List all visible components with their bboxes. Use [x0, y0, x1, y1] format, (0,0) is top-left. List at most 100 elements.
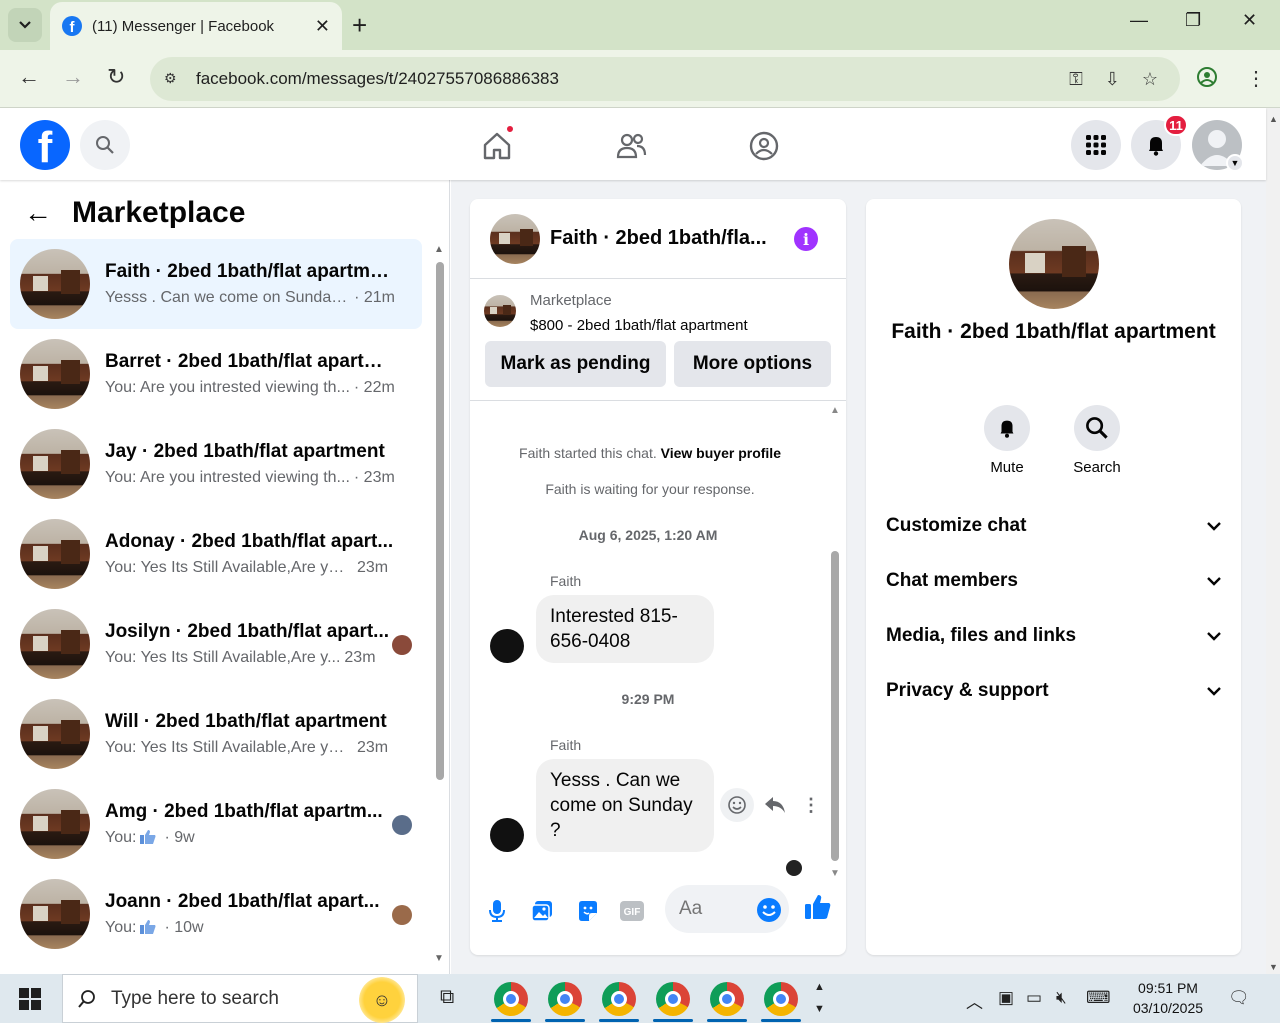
sticker-icon[interactable]: [574, 897, 602, 925]
chrome-taskbar-icon[interactable]: [548, 982, 582, 1016]
account-caret-icon[interactable]: ▼: [1226, 154, 1244, 172]
conversation-scrollbar[interactable]: ▲ ▼: [434, 244, 446, 964]
keyboard-icon[interactable]: ⌨: [1086, 988, 1111, 1008]
scroll-down-arrow-icon[interactable]: ▼: [830, 868, 840, 879]
conversation-item[interactable]: Josilyn · 2bed 1bath/flat apart... You: …: [10, 599, 422, 689]
mute-action[interactable]: Mute: [962, 405, 1052, 476]
media-files-links-section[interactable]: Media, files and links: [886, 616, 1221, 656]
chrome-taskbar-icon[interactable]: [602, 982, 636, 1016]
like-button-icon[interactable]: [804, 893, 832, 921]
info-avatar[interactable]: [1009, 219, 1099, 309]
conversation-panel: ← Marketplace Faith · 2bed 1bath/flat ap…: [0, 180, 450, 974]
chat-title[interactable]: Faith · 2bed 1bath/fla...: [550, 227, 775, 250]
more-actions-icon[interactable]: ⋮: [802, 795, 820, 816]
chat-members-section[interactable]: Chat members: [886, 561, 1221, 601]
chat-started-notice: Faith started this chat. View buyer prof…: [470, 445, 830, 461]
show-hidden-icons-chevron-icon[interactable]: ︿: [966, 988, 983, 1013]
back-arrow-icon[interactable]: ←: [24, 197, 52, 229]
minimize-button[interactable]: —: [1130, 10, 1148, 31]
meet-now-icon[interactable]: ▣: [998, 988, 1014, 1008]
home-notification-dot: [505, 124, 515, 134]
address-bar[interactable]: ⚙ facebook.com/messages/t/24027557086886…: [150, 57, 1180, 101]
close-window-button[interactable]: ✕: [1242, 10, 1257, 31]
customize-chat-section[interactable]: Customize chat: [886, 506, 1221, 546]
weather-sun-icon[interactable]: ☺: [359, 977, 405, 1023]
scroll-up-arrow-icon[interactable]: ▲: [1269, 114, 1278, 124]
chrome-taskbar-icon[interactable]: [494, 982, 528, 1016]
facebook-logo[interactable]: f: [20, 120, 70, 170]
mark-as-pending-button[interactable]: Mark as pending: [485, 341, 666, 387]
new-tab-button[interactable]: +: [352, 10, 367, 40]
page-scrollbar[interactable]: ▲ ▼: [1266, 108, 1280, 974]
photo-icon[interactable]: [528, 897, 556, 925]
chat-avatar[interactable]: [490, 213, 540, 264]
groups-nav-button[interactable]: [744, 126, 784, 166]
chat-header[interactable]: Faith · 2bed 1bath/fla... i: [470, 199, 846, 279]
conversation-item[interactable]: Will · 2bed 1bath/flat apartment You: Ye…: [10, 689, 422, 779]
search-action[interactable]: Search: [1052, 405, 1142, 476]
scroll-up-arrow-icon[interactable]: ▲: [434, 244, 444, 255]
facebook-search-button[interactable]: [80, 120, 130, 170]
conversation-item[interactable]: Faith · 2bed 1bath/flat apartment Yesss …: [10, 239, 422, 329]
scroll-thumb[interactable]: [436, 262, 444, 780]
conversation-snippet: You:: [105, 829, 137, 846]
listing-thumbnail: [20, 429, 90, 499]
menu-grid-button[interactable]: [1071, 120, 1121, 170]
message-bubble[interactable]: Interested 815-656-0408: [536, 595, 714, 663]
message-bubble[interactable]: Yesss . Can we come on Sunday ?: [536, 759, 714, 852]
password-key-icon[interactable]: ⚿: [1069, 69, 1083, 90]
scroll-down-arrow-icon[interactable]: ▼: [434, 953, 444, 964]
start-button[interactable]: [0, 974, 60, 1023]
url-text[interactable]: facebook.com/messages/t/2402755708688638…: [196, 69, 1069, 89]
view-buyer-profile-link[interactable]: View buyer profile: [661, 445, 781, 461]
listing-type: Marketplace: [530, 292, 612, 309]
tab-search-button[interactable]: [8, 8, 42, 42]
react-button[interactable]: [720, 788, 754, 822]
browser-tab-bar: f (11) Messenger | Facebook ✕ + — ❐ ✕: [0, 0, 1280, 50]
home-nav-button[interactable]: [477, 124, 517, 166]
reload-button[interactable]: ↻: [107, 64, 125, 90]
volume-muted-icon[interactable]: 🔇︎: [1056, 988, 1067, 1008]
task-view-icon[interactable]: ⧉: [440, 986, 454, 1009]
friends-nav-button[interactable]: [611, 126, 651, 166]
more-options-button[interactable]: More options: [674, 341, 831, 387]
forward-button[interactable]: →: [62, 64, 84, 90]
profile-icon[interactable]: [1196, 66, 1218, 94]
chrome-taskbar-icon[interactable]: [764, 982, 798, 1016]
chrome-taskbar-icon[interactable]: [710, 982, 744, 1016]
restore-button[interactable]: ❐: [1185, 10, 1201, 31]
chat-scrollbar[interactable]: ▲ ▼: [828, 405, 842, 879]
listing-title[interactable]: $800 - 2bed 1bath/flat apartment: [530, 317, 748, 334]
browser-tab[interactable]: f (11) Messenger | Facebook ✕: [50, 2, 342, 50]
bookmark-star-icon[interactable]: ☆: [1142, 69, 1158, 90]
site-info-icon[interactable]: ⚙: [164, 70, 182, 88]
conversation-item[interactable]: Adonay · 2bed 1bath/flat apart... You: Y…: [10, 509, 422, 599]
chrome-taskbar-icon[interactable]: [656, 982, 690, 1016]
conversation-item[interactable]: Amg · 2bed 1bath/flat apartm... You: · 9…: [10, 779, 422, 869]
scroll-down-arrow-icon[interactable]: ▼: [1269, 962, 1278, 972]
reply-icon[interactable]: [764, 795, 786, 815]
close-tab-icon[interactable]: ✕: [315, 16, 330, 37]
emoji-icon[interactable]: [756, 897, 782, 923]
conversation-item[interactable]: Jay · 2bed 1bath/flat apartment You: Are…: [10, 419, 422, 509]
taskbar-clock[interactable]: 09:51 PM 03/10/2025: [1130, 978, 1206, 1018]
network-icon[interactable]: ▭: [1026, 988, 1042, 1008]
browser-menu-icon[interactable]: ⋮: [1246, 66, 1266, 91]
taskbar-scroll-arrows-icon[interactable]: ▲ ▼: [814, 976, 825, 1020]
gif-icon[interactable]: GIF: [618, 897, 646, 925]
install-app-icon[interactable]: ⇩: [1105, 69, 1120, 90]
taskbar-search[interactable]: Type here to search ☺: [62, 974, 418, 1023]
conversation-item[interactable]: Joann · 2bed 1bath/flat apart... You: · …: [10, 869, 422, 959]
back-button[interactable]: ←: [18, 64, 40, 90]
info-icon[interactable]: i: [794, 227, 818, 251]
sender-avatar[interactable]: [490, 818, 524, 852]
scroll-up-arrow-icon[interactable]: ▲: [830, 405, 840, 416]
listing-thumbnail: [20, 339, 90, 409]
listing-thumbnail: [484, 295, 516, 327]
conversation-item[interactable]: Barret · 2bed 1bath/flat apartment You: …: [10, 329, 422, 419]
privacy-support-section[interactable]: Privacy & support: [886, 671, 1221, 711]
notification-center-icon[interactable]: 🗨︎: [1228, 988, 1250, 1008]
sender-avatar[interactable]: [490, 629, 524, 663]
microphone-icon[interactable]: [483, 897, 511, 925]
scroll-thumb[interactable]: [831, 551, 839, 861]
